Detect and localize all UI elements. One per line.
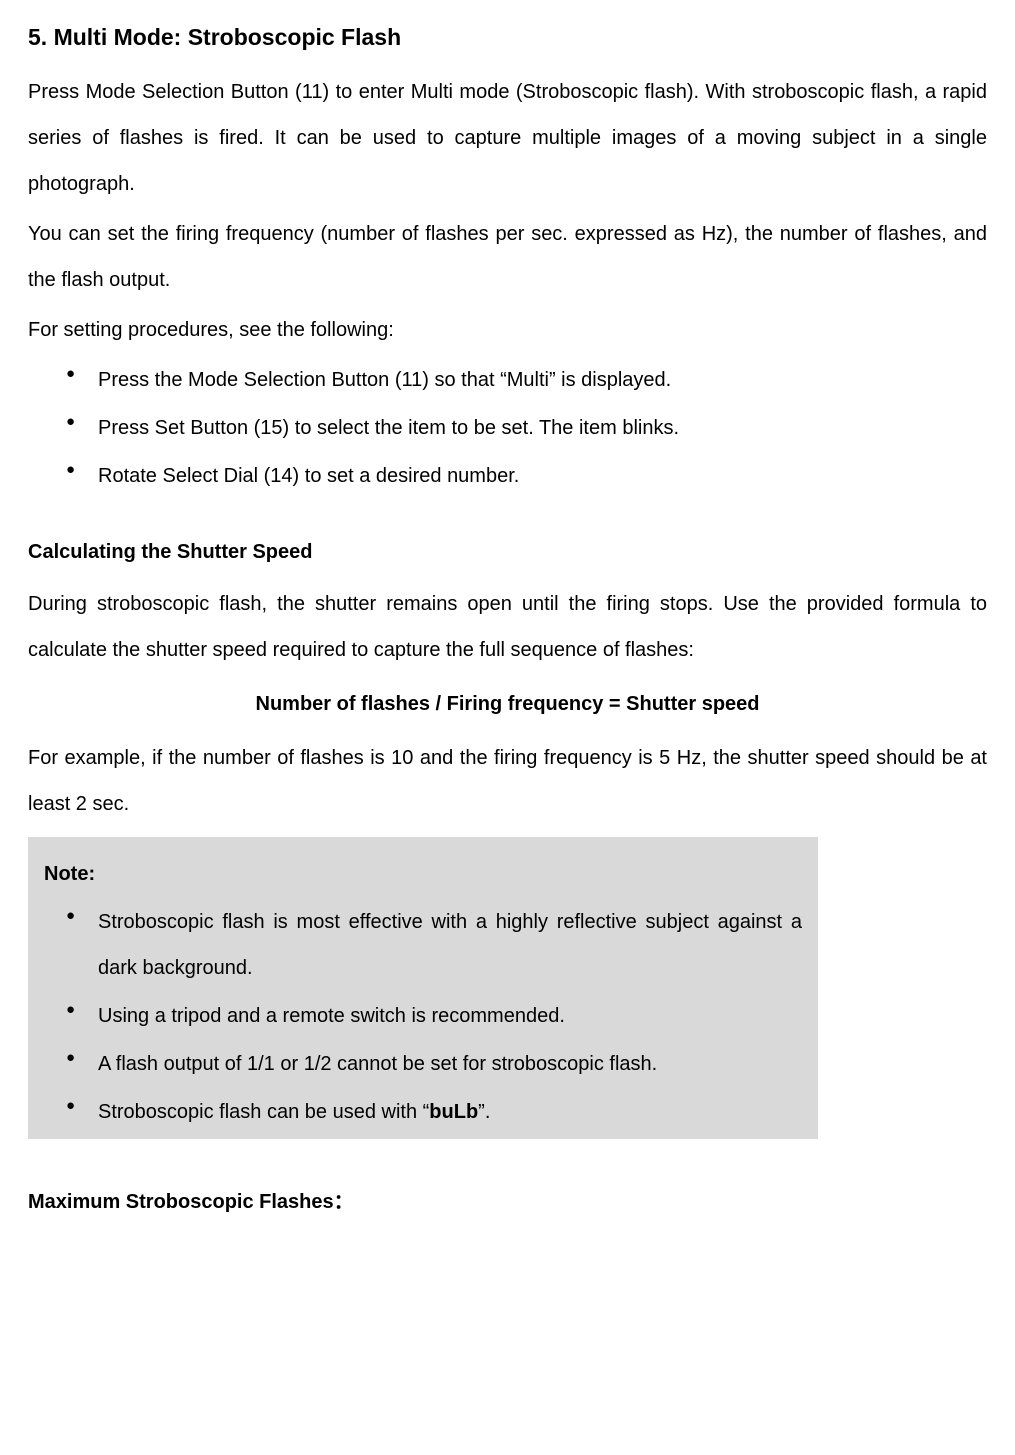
list-item: Press the Mode Selection Button (11) so … bbox=[66, 357, 987, 403]
note-text-prefix: Stroboscopic flash can be used with “ bbox=[98, 1101, 429, 1123]
list-item: Rotate Select Dial (14) to set a desired… bbox=[66, 453, 987, 499]
shutter-paragraph-2: For example, if the number of flashes is… bbox=[28, 735, 987, 827]
note-title: Note: bbox=[44, 851, 802, 897]
sub-heading-max-flashes: Maximum Stroboscopic Flashes： bbox=[28, 1179, 987, 1225]
section-heading: 5. Multi Mode: Stroboscopic Flash bbox=[28, 20, 987, 55]
formula-text: Number of flashes / Firing frequency = S… bbox=[28, 681, 987, 727]
list-item: Stroboscopic flash is most effective wit… bbox=[66, 899, 802, 991]
procedure-bullet-list: Press the Mode Selection Button (11) so … bbox=[28, 357, 987, 499]
list-item: A flash output of 1/1 or 1/2 cannot be s… bbox=[66, 1041, 802, 1087]
note-bold-bulb: buLb bbox=[429, 1101, 478, 1123]
intro-paragraph-3: For setting procedures, see the followin… bbox=[28, 307, 987, 353]
intro-paragraph-2: You can set the firing frequency (number… bbox=[28, 211, 987, 303]
sub-heading-shutter: Calculating the Shutter Speed bbox=[28, 529, 987, 575]
note-text-suffix: ”. bbox=[478, 1101, 490, 1123]
list-item: Press Set Button (15) to select the item… bbox=[66, 405, 987, 451]
intro-paragraph-1: Press Mode Selection Button (11) to ente… bbox=[28, 69, 987, 207]
note-bullet-list: Stroboscopic flash is most effective wit… bbox=[44, 899, 802, 1135]
note-box: Note: Stroboscopic flash is most effecti… bbox=[28, 837, 818, 1139]
shutter-paragraph-1: During stroboscopic flash, the shutter r… bbox=[28, 581, 987, 673]
list-item: Using a tripod and a remote switch is re… bbox=[66, 993, 802, 1039]
list-item: Stroboscopic flash can be used with “buL… bbox=[66, 1089, 802, 1135]
